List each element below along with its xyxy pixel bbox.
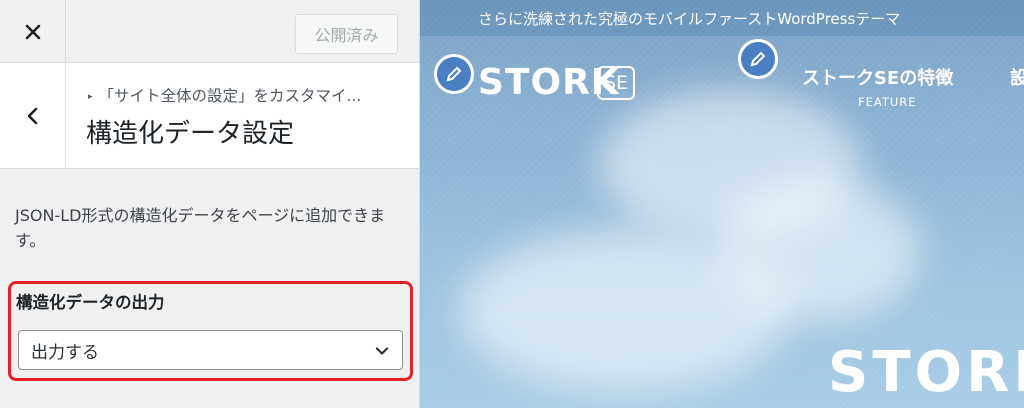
breadcrumb-triangle-icon: ▸: [88, 92, 93, 102]
hero-heading: STORK S: [828, 340, 1024, 405]
section-header: ▸ 「サイト全体の設定」をカスタマイ... 構造化データ設定: [0, 63, 419, 169]
structured-data-output-select[interactable]: 出力する: [18, 330, 403, 370]
logo-badge: SE: [597, 66, 635, 100]
nav-item-next[interactable]: 設: [1010, 64, 1024, 90]
select-value: 出力する: [31, 342, 99, 363]
publish-button[interactable]: 公開済み: [295, 14, 398, 54]
chevron-down-icon: [375, 347, 389, 355]
pencil-icon[interactable]: [434, 54, 474, 94]
customizer-panel: 公開済み ▸ 「サイト全体の設定」をカスタマイ... 構造化データ設定 JSON-…: [0, 0, 420, 408]
pencil-icon[interactable]: [738, 39, 778, 79]
close-icon: [25, 24, 40, 39]
customizer-header: 公開済み: [0, 0, 419, 63]
nav-item-subtitle: FEATURE: [858, 95, 917, 109]
breadcrumb: ▸ 「サイト全体の設定」をカスタマイ...: [88, 84, 361, 106]
section-title: 構造化データ設定: [86, 119, 295, 149]
site-tagline: さらに洗練された究極のモバイルファーストWordPressテーマ: [478, 10, 901, 28]
nav-item-features[interactable]: ストークSEの特徴: [802, 64, 953, 90]
control-label: 構造化データの出力: [16, 293, 165, 312]
breadcrumb-text: 「サイト全体の設定」をカスタマイ...: [98, 87, 362, 105]
close-button[interactable]: [0, 0, 66, 63]
back-button[interactable]: [0, 63, 66, 169]
site-preview[interactable]: さらに洗練された究極のモバイルファーストWordPressテーマ STORK S…: [420, 0, 1024, 408]
chevron-left-icon: [27, 107, 37, 125]
section-description: JSON-LD形式の構造化データをページに追加できます。: [15, 206, 386, 250]
